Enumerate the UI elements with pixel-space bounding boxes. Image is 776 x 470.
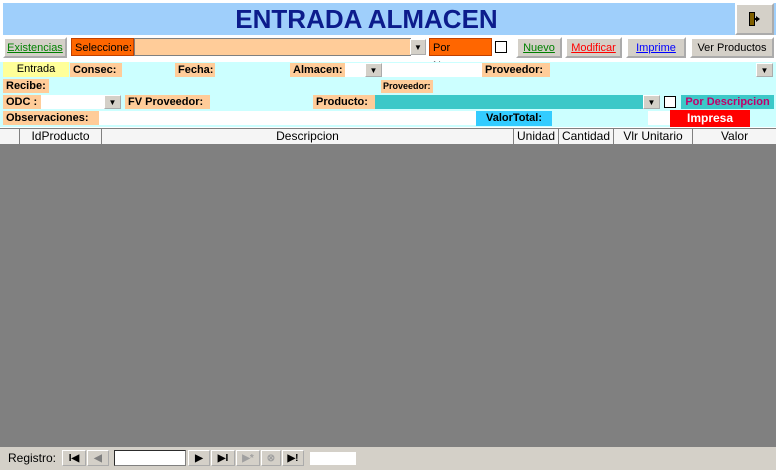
valor-total-field	[552, 111, 648, 125]
observaciones-label: Observaciones:	[3, 111, 99, 125]
almacen-name-field	[382, 63, 482, 77]
row-selector-header	[0, 129, 20, 144]
page-title: ENTRADA ALMACEN	[235, 4, 498, 34]
record-count-field	[310, 452, 356, 465]
almacen-dropdown-button[interactable]: ▼	[365, 63, 382, 77]
last-record-button[interactable]: ▶I	[211, 450, 235, 466]
proveedor-label: Proveedor:	[482, 63, 550, 77]
valor-total-label: ValorTotal:	[476, 111, 552, 126]
column-header-idproducto[interactable]: IdProducto	[20, 129, 102, 144]
fv-proveedor-label: FV Proveedor:	[125, 95, 210, 109]
modificar-button[interactable]: Modificar	[565, 37, 622, 58]
fecha-label: Fecha:	[175, 63, 215, 77]
chevron-down-icon: ▼	[647, 97, 656, 107]
almacen-label: Almacen:	[290, 63, 345, 77]
existencias-button[interactable]: Existencias	[3, 37, 67, 58]
odc-field[interactable]	[41, 95, 105, 109]
impresa-badge: Impresa	[670, 110, 750, 127]
column-header-valor[interactable]: Valor	[693, 129, 776, 144]
previous-record-icon: ◀	[94, 452, 102, 464]
grid-header: IdProducto Descripcion Unidad Cantidad V…	[0, 128, 776, 145]
entrada-badge: Entrada	[3, 62, 69, 77]
record-number-input[interactable]	[114, 450, 186, 466]
next-record-icon: ▶	[195, 452, 203, 464]
first-record-icon: I◀	[68, 452, 80, 464]
por-numero-label: Por Numero	[429, 38, 492, 72]
imprime-button[interactable]: Imprime	[626, 37, 686, 58]
column-header-vlr-unitario[interactable]: Vlr Unitario	[614, 129, 693, 144]
new-record-button[interactable]: ▶*	[236, 450, 260, 466]
filter-icon: ▶!	[287, 452, 299, 464]
odc-dropdown-button[interactable]: ▼	[104, 95, 121, 109]
spacer-field	[648, 111, 670, 125]
producto-dropdown-button[interactable]: ▼	[643, 95, 660, 109]
record-navigation-bar: Registro: I◀ ◀ ▶ ▶I ▶* ⊗ ▶!	[0, 447, 776, 470]
recibe-label: Recibe:	[3, 79, 49, 93]
por-numero-checkbox[interactable]	[495, 41, 507, 53]
chevron-down-icon: ▼	[108, 97, 117, 107]
seleccione-label: Seleccione:	[71, 38, 134, 56]
new-record-icon: ▶*	[242, 452, 254, 464]
grid-body[interactable]	[0, 145, 776, 447]
chevron-down-icon: ▼	[760, 65, 769, 75]
filter-button[interactable]: ▶!	[282, 450, 304, 466]
por-descripcion-checkbox[interactable]	[664, 96, 676, 108]
column-header-unidad[interactable]: Unidad	[514, 129, 559, 144]
previous-record-button[interactable]: ◀	[87, 450, 109, 466]
proveedor-small-label: Proveedor:	[381, 80, 433, 93]
column-header-cantidad[interactable]: Cantidad	[559, 129, 614, 144]
almacen-field[interactable]	[345, 63, 365, 77]
delete-record-button[interactable]: ⊗	[261, 450, 281, 466]
producto-label: Producto:	[313, 95, 375, 109]
exit-door-icon	[748, 12, 760, 26]
exit-button[interactable]	[735, 3, 774, 35]
odc-label: ODC :	[3, 95, 41, 109]
first-record-button[interactable]: I◀	[62, 450, 86, 466]
producto-field[interactable]	[375, 95, 643, 109]
last-record-icon: ▶I	[217, 452, 229, 464]
chevron-down-icon: ▼	[414, 42, 422, 52]
delete-record-icon: ⊗	[266, 452, 276, 464]
ver-productos-button[interactable]: Ver Productos	[690, 37, 774, 58]
por-descripcion-label: Por Descripcion	[681, 95, 774, 109]
registro-label: Registro:	[8, 451, 57, 465]
nuevo-button[interactable]: Nuevo	[516, 37, 562, 58]
column-header-descripcion[interactable]: Descripcion	[102, 129, 514, 144]
seleccione-dropdown-button[interactable]: ▼	[410, 39, 426, 55]
consec-label: Consec:	[70, 63, 122, 77]
seleccione-combobox[interactable]	[134, 38, 411, 56]
next-record-button[interactable]: ▶	[188, 450, 210, 466]
observaciones-field[interactable]	[99, 111, 476, 125]
proveedor-dropdown-button[interactable]: ▼	[756, 63, 773, 77]
chevron-down-icon: ▼	[369, 65, 378, 75]
